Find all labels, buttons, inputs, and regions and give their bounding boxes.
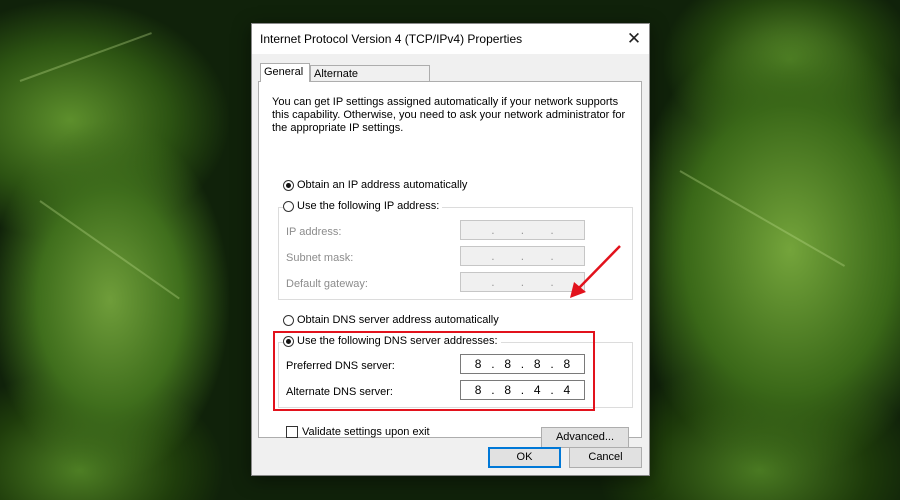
tab-alternate-configuration[interactable]: Alternate Configuration (310, 65, 430, 97)
obtain-ip-auto-label: Obtain an IP address automatically (297, 179, 468, 191)
validate-settings-label: Validate settings upon exit (302, 426, 430, 438)
checkbox-icon[interactable] (286, 426, 298, 438)
radio-unselected-icon[interactable] (283, 200, 294, 212)
obtain-ip-auto-radio[interactable]: Obtain an IP address automatically (283, 179, 467, 191)
annotation-arrow-icon (570, 245, 621, 298)
use-following-ip-label: Use the following IP address: (297, 200, 440, 212)
leaf-vein (19, 32, 152, 82)
tab-general[interactable]: General (260, 63, 310, 82)
radio-unselected-icon[interactable] (283, 314, 294, 326)
obtain-dns-auto-radio[interactable]: Obtain DNS server address automatically (283, 314, 499, 326)
subnet-mask-label: Subnet mask: (286, 252, 354, 264)
obtain-dns-auto-label: Obtain DNS server address automatically (297, 314, 499, 326)
advanced-button[interactable]: Advanced... (541, 427, 629, 448)
intro-text: You can get IP settings assigned automat… (272, 96, 626, 134)
ip-address-label: IP address: (286, 226, 342, 238)
cancel-button[interactable]: Cancel (569, 447, 642, 468)
title-bar[interactable]: Internet Protocol Version 4 (TCP/IPv4) P… (252, 24, 649, 54)
dialog-title: Internet Protocol Version 4 (TCP/IPv4) P… (260, 32, 523, 46)
radio-selected-icon[interactable] (283, 179, 294, 191)
leaf-vein (679, 170, 846, 267)
ip-address-field[interactable]: ... (460, 220, 585, 240)
validate-settings-checkbox[interactable]: Validate settings upon exit (286, 426, 430, 438)
use-following-ip-radio[interactable]: Use the following IP address: (283, 200, 443, 212)
highlight-box (273, 331, 595, 411)
ok-button[interactable]: OK (488, 447, 561, 468)
close-icon[interactable]: ✕ (619, 24, 649, 54)
default-gateway-label: Default gateway: (286, 278, 368, 290)
leaf-vein (39, 200, 180, 300)
